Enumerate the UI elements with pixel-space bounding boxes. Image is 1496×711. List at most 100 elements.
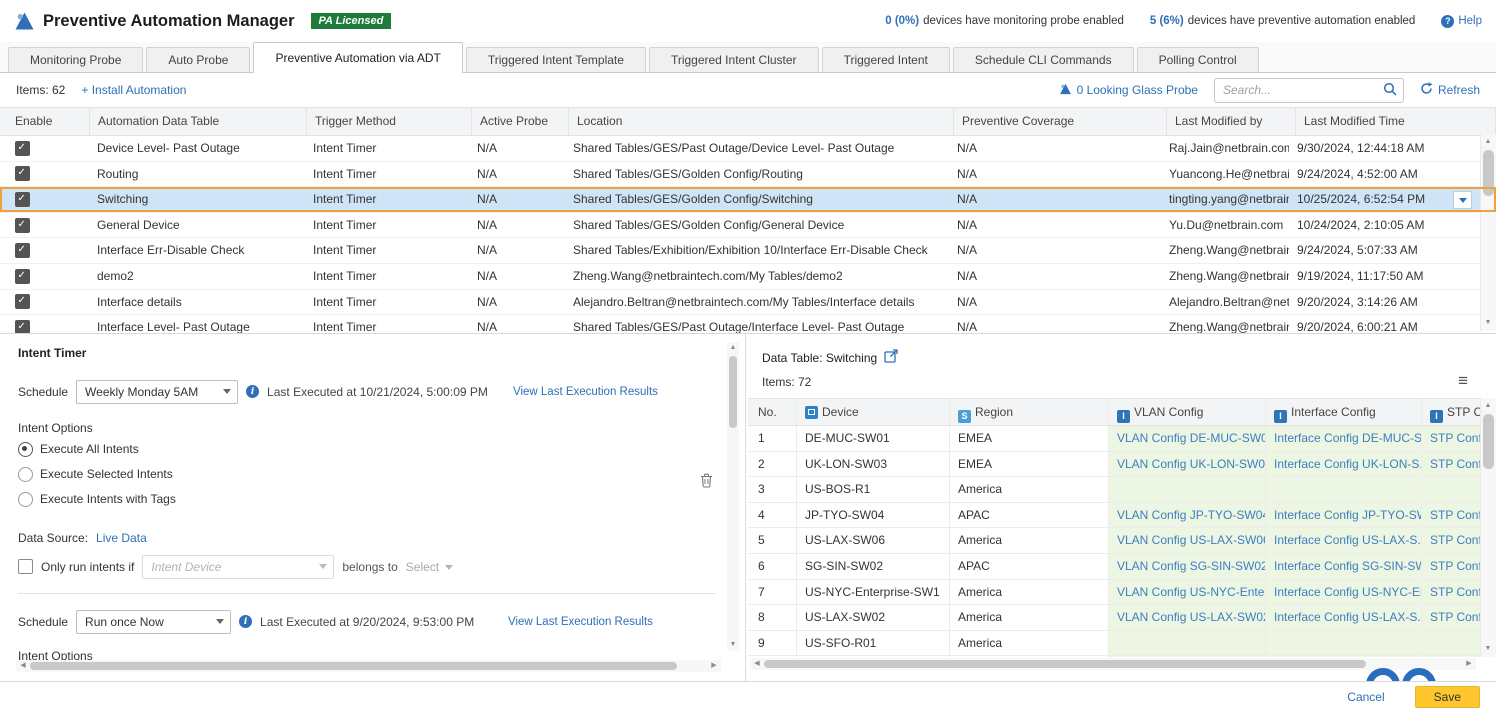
column-header-last-modified-by[interactable]: Last Modified by bbox=[1167, 108, 1296, 135]
data-table-row[interactable]: 10 UK-LON-SW07 EMEA VLAN Config UK-LON-S… bbox=[748, 656, 1480, 657]
view-last-execution-results-link[interactable]: View Last Execution Results bbox=[513, 386, 658, 398]
scrollbar-thumb[interactable] bbox=[30, 662, 677, 670]
schedule-select-2[interactable]: Run once Now bbox=[76, 610, 231, 634]
stp-config-rule-link[interactable]: STP Config Rule UK-... bbox=[1422, 656, 1480, 657]
scroll-left-arrow[interactable] bbox=[16, 660, 30, 672]
column-header-enable[interactable]: Enable bbox=[0, 108, 90, 135]
data-table-row[interactable]: 7 US-NYC-Enterprise-SW1 America VLAN Con… bbox=[748, 580, 1480, 606]
scroll-up-arrow[interactable] bbox=[1481, 400, 1495, 412]
enable-checkbox[interactable] bbox=[15, 243, 30, 258]
interface-config-link[interactable]: Interface Config US-LAX-S... bbox=[1266, 528, 1422, 553]
column-header-trigger-method[interactable]: Trigger Method bbox=[307, 108, 472, 135]
data-table-row[interactable]: 6 SG-SIN-SW02 APAC VLAN Config SG-SIN-SW… bbox=[748, 554, 1480, 580]
stp-config-rule-link[interactable]: STP Config Rule US-... bbox=[1422, 528, 1480, 553]
vlan-config-link[interactable]: VLAN Config JP-TYO-SW04 bbox=[1109, 503, 1266, 528]
data-table-vertical-scrollbar[interactable] bbox=[1480, 398, 1496, 657]
column-header-stp-config-rule[interactable]: STP Config Rule bbox=[1422, 399, 1480, 425]
interface-config-link[interactable]: Interface Config UK-LON-S... bbox=[1266, 452, 1422, 477]
scroll-down-arrow[interactable] bbox=[1481, 643, 1495, 655]
tab-polling-control[interactable]: Polling Control bbox=[1137, 47, 1259, 73]
data-table-row[interactable]: 3 US-BOS-R1 America bbox=[748, 477, 1480, 503]
scroll-up-arrow[interactable] bbox=[726, 342, 740, 354]
radio-selected-icon[interactable] bbox=[18, 442, 33, 457]
vlan-config-link[interactable]: VLAN Config DE-MUC-SW01 bbox=[1109, 426, 1266, 451]
column-header-device[interactable]: Device bbox=[797, 399, 950, 425]
stp-config-rule-link[interactable]: STP Config Rule JP-T... bbox=[1422, 503, 1480, 528]
scroll-right-arrow[interactable] bbox=[1462, 658, 1476, 670]
vlan-config-link[interactable]: VLAN Config UK-LON-SW07 bbox=[1109, 656, 1266, 657]
refresh-button[interactable]: Refresh bbox=[1420, 82, 1480, 98]
scroll-right-arrow[interactable] bbox=[707, 660, 721, 672]
enable-checkbox[interactable] bbox=[15, 218, 30, 233]
vlan-config-link[interactable]: VLAN Config US-LAX-SW06 bbox=[1109, 528, 1266, 553]
column-header-interface-config[interactable]: Interface Config bbox=[1266, 399, 1422, 425]
view-last-execution-results-link-2[interactable]: View Last Execution Results bbox=[508, 616, 653, 628]
data-table-row[interactable]: 4 JP-TYO-SW04 APAC VLAN Config JP-TYO-SW… bbox=[748, 503, 1480, 529]
data-table-row[interactable]: 1 DE-MUC-SW01 EMEA VLAN Config DE-MUC-SW… bbox=[748, 426, 1480, 452]
row-expand-dropdown[interactable] bbox=[1453, 191, 1472, 209]
install-automation-link[interactable]: + Install Automation bbox=[81, 83, 186, 97]
column-header-active-probe[interactable]: Active Probe bbox=[472, 108, 569, 135]
help-link[interactable]: Help bbox=[1441, 15, 1482, 28]
table-row[interactable]: Interface details Intent Timer N/A Aleja… bbox=[0, 290, 1496, 316]
tab-auto-probe[interactable]: Auto Probe bbox=[146, 47, 250, 73]
option-execute-intents-with-tags[interactable]: Execute Intents with Tags bbox=[18, 492, 176, 506]
tab-schedule-cli-commands[interactable]: Schedule CLI Commands bbox=[953, 47, 1134, 73]
stp-config-rule-link[interactable]: STP Config Rule DE-... bbox=[1422, 426, 1480, 451]
data-table-row[interactable]: 5 US-LAX-SW06 America VLAN Config US-LAX… bbox=[748, 528, 1480, 554]
data-table-row[interactable]: 8 US-LAX-SW02 America VLAN Config US-LAX… bbox=[748, 605, 1480, 631]
interface-config-link[interactable]: Interface Config SG-SIN-SW... bbox=[1266, 554, 1422, 579]
column-header-region[interactable]: Region bbox=[950, 399, 1109, 425]
data-table-row[interactable]: 2 UK-LON-SW03 EMEA VLAN Config UK-LON-SW… bbox=[748, 452, 1480, 478]
interface-config-link[interactable]: Interface Config UK-LON-S... bbox=[1266, 656, 1422, 657]
column-header-preventive-coverage[interactable]: Preventive Coverage bbox=[954, 108, 1167, 135]
enable-checkbox[interactable] bbox=[15, 141, 30, 156]
schedule-select[interactable]: Weekly Monday 5AM bbox=[76, 380, 238, 404]
search-input[interactable] bbox=[1221, 82, 1383, 98]
vlan-config-link[interactable]: VLAN Config US-LAX-SW02 bbox=[1109, 605, 1266, 630]
data-table-row[interactable]: 9 US-SFO-R01 America bbox=[748, 631, 1480, 657]
scrollbar-thumb[interactable] bbox=[1483, 414, 1494, 469]
scrollbar-thumb[interactable] bbox=[729, 356, 737, 428]
interface-config-link[interactable]: Interface Config US-NYC-En... bbox=[1266, 580, 1422, 605]
delete-schedule-button[interactable] bbox=[700, 473, 713, 491]
table-menu-icon[interactable] bbox=[1458, 372, 1468, 389]
tab-triggered-intent[interactable]: Triggered Intent bbox=[822, 47, 950, 73]
search-icon[interactable] bbox=[1383, 82, 1397, 99]
cancel-button[interactable]: Cancel bbox=[1347, 690, 1384, 704]
tab-preventive-automation-via-adt[interactable]: Preventive Automation via ADT bbox=[253, 42, 462, 73]
radio-icon[interactable] bbox=[18, 467, 33, 482]
left-panel-vertical-scrollbar[interactable] bbox=[727, 342, 739, 651]
looking-glass-probe-link[interactable]: 0 Looking Glass Probe bbox=[1059, 83, 1198, 98]
scroll-up-arrow[interactable] bbox=[1481, 136, 1495, 148]
intent-device-select[interactable]: Intent Device bbox=[142, 555, 334, 579]
tab-monitoring-probe[interactable]: Monitoring Probe bbox=[8, 47, 143, 73]
table-row[interactable]: General Device Intent Timer N/A Shared T… bbox=[0, 213, 1496, 239]
column-header-last-modified-time[interactable]: Last Modified Time bbox=[1296, 108, 1496, 135]
enable-checkbox[interactable] bbox=[15, 166, 30, 181]
data-table-horizontal-scrollbar[interactable] bbox=[750, 658, 1476, 670]
option-execute-all-intents[interactable]: Execute All Intents bbox=[18, 442, 139, 456]
column-header-vlan-config[interactable]: VLAN Config bbox=[1109, 399, 1266, 425]
vlan-config-link[interactable]: VLAN Config UK-LON-SW03 1 bbox=[1109, 452, 1266, 477]
stp-config-rule-link[interactable]: STP Config Rule UK-... bbox=[1422, 452, 1480, 477]
table-row[interactable]: Interface Err-Disable Check Intent Timer… bbox=[0, 238, 1496, 264]
stp-config-rule-link[interactable]: STP Config Rule US-... bbox=[1422, 580, 1480, 605]
table-row[interactable]: Routing Intent Timer N/A Shared Tables/G… bbox=[0, 162, 1496, 188]
table-row[interactable]: demo2 Intent Timer N/A Zheng.Wang@netbra… bbox=[0, 264, 1496, 290]
scrollbar-thumb[interactable] bbox=[764, 660, 1366, 668]
vlan-config-link[interactable]: VLAN Config SG-SIN-SW02 bbox=[1109, 554, 1266, 579]
enable-checkbox[interactable] bbox=[15, 294, 30, 309]
vlan-config-link[interactable]: VLAN Config US-NYC-Enter... bbox=[1109, 580, 1266, 605]
stp-config-rule-link[interactable]: STP Config Rule US-... bbox=[1422, 605, 1480, 630]
scroll-left-arrow[interactable] bbox=[750, 658, 764, 670]
open-data-table-icon[interactable] bbox=[884, 349, 898, 366]
interface-config-link[interactable]: Interface Config JP-TYO-SW... bbox=[1266, 503, 1422, 528]
tab-triggered-intent-cluster[interactable]: Triggered Intent Cluster bbox=[649, 47, 819, 73]
tab-triggered-intent-template[interactable]: Triggered Intent Template bbox=[466, 47, 646, 73]
table-row-selected[interactable]: Switching Intent Timer N/A Shared Tables… bbox=[0, 187, 1496, 213]
scrollbar-thumb[interactable] bbox=[1483, 150, 1494, 196]
left-panel-horizontal-scrollbar[interactable] bbox=[16, 660, 721, 672]
table-row[interactable]: Device Level- Past Outage Intent Timer N… bbox=[0, 136, 1496, 162]
scroll-down-arrow[interactable] bbox=[1481, 317, 1495, 329]
